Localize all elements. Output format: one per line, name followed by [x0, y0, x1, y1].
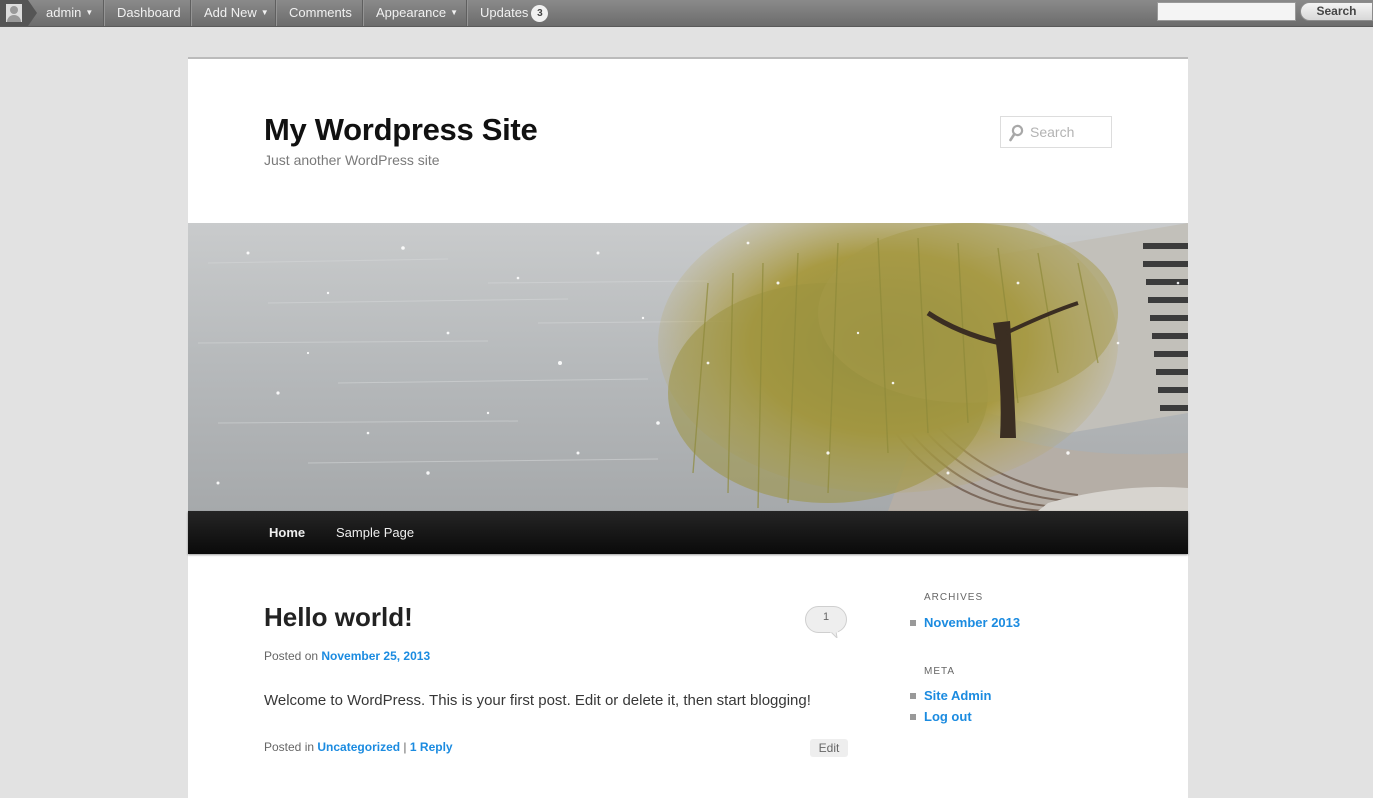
- admin-bar-dashboard[interactable]: Dashboard: [104, 0, 191, 26]
- posted-on-label: Posted on: [264, 649, 319, 663]
- comment-count-bubble[interactable]: 1: [805, 606, 847, 640]
- site-title[interactable]: My Wordpress Site: [264, 112, 538, 148]
- list-item: Log out: [910, 706, 991, 727]
- nav-item-home[interactable]: Home: [269, 511, 305, 554]
- caret-down-icon: ▼: [450, 8, 459, 17]
- admin-bar-search-input[interactable]: [1157, 2, 1296, 21]
- meta-list: Site Admin Log out: [910, 685, 991, 727]
- archives-list: November 2013: [910, 612, 1020, 633]
- post-footer-meta: Posted in Uncategorized | 1 Reply: [264, 740, 453, 754]
- admin-bar-search-button[interactable]: Search: [1300, 2, 1373, 21]
- admin-bar-appearance[interactable]: Appearance ▼: [363, 0, 467, 26]
- site-admin-link[interactable]: Site Admin: [924, 688, 991, 703]
- post-title[interactable]: Hello world!: [264, 602, 413, 633]
- updates-count-badge: 3: [531, 5, 549, 22]
- header-image: [188, 223, 1188, 511]
- admin-bar-user-menu[interactable]: admin ▼: [0, 0, 104, 26]
- admin-bar-comments-label: Comments: [289, 5, 352, 20]
- list-item: Site Admin: [910, 685, 991, 706]
- admin-bar-dashboard-label: Dashboard: [117, 5, 181, 20]
- avatar-arrow: [28, 0, 37, 26]
- list-item: November 2013: [910, 612, 1020, 633]
- posted-in-label: Posted in: [264, 740, 315, 754]
- bullet-icon: [910, 693, 916, 699]
- meta-separator: |: [403, 740, 407, 754]
- admin-bar-user-label: admin: [46, 5, 82, 20]
- caret-down-icon: ▼: [260, 8, 269, 17]
- header-image-art: [188, 223, 1188, 511]
- meta-widget-title: META: [924, 666, 956, 677]
- admin-bar: admin ▼ Dashboard Add New ▼ Comments Appea…: [0, 0, 1373, 27]
- reply-link[interactable]: 1 Reply: [410, 740, 453, 754]
- archive-link-november-2013[interactable]: November 2013: [924, 615, 1020, 630]
- admin-bar-updates[interactable]: Updates 3: [467, 0, 559, 26]
- header-search-input[interactable]: Search: [1000, 116, 1112, 148]
- log-out-link[interactable]: Log out: [924, 709, 972, 724]
- nav-item-sample-page[interactable]: Sample Page: [336, 511, 414, 554]
- post-date-line: Posted on November 25, 2013: [264, 649, 430, 663]
- post-content: Welcome to WordPress. This is your first…: [264, 692, 811, 709]
- comment-count: 1: [822, 611, 830, 623]
- page-container: My Wordpress Site Just another WordPress…: [188, 57, 1188, 798]
- caret-down-icon: ▼: [85, 8, 94, 17]
- bullet-icon: [910, 714, 916, 720]
- bullet-icon: [910, 620, 916, 626]
- site-description: Just another WordPress site: [264, 152, 440, 168]
- archives-widget-title: ARCHIVES: [924, 592, 984, 603]
- admin-bar-appearance-label: Appearance: [376, 5, 447, 20]
- search-icon: [1009, 124, 1024, 142]
- admin-bar-add-new[interactable]: Add New ▼: [191, 0, 276, 26]
- admin-bar-updates-label: Updates: [480, 5, 529, 20]
- avatar: [6, 4, 22, 22]
- admin-bar-add-new-label: Add New: [204, 5, 257, 20]
- category-link[interactable]: Uncategorized: [317, 740, 400, 754]
- main-navigation: Home Sample Page: [188, 511, 1188, 554]
- admin-bar-comments[interactable]: Comments: [276, 0, 363, 26]
- post-date-link[interactable]: November 25, 2013: [321, 649, 430, 663]
- edit-post-button[interactable]: Edit: [810, 739, 848, 757]
- header-search-placeholder: Search: [1030, 124, 1075, 140]
